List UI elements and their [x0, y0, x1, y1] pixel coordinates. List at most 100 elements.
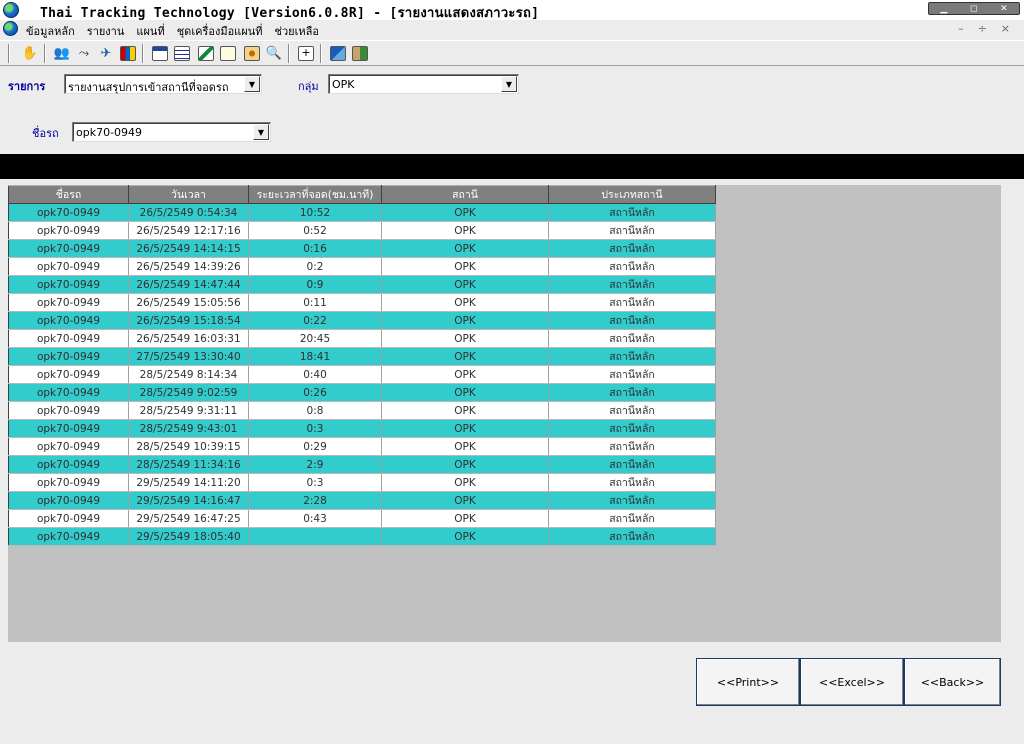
report-select-value: รายงานสรุปการเข้าสถานีที่จอดรถ: [68, 81, 229, 94]
excel-button[interactable]: <<Excel>>: [800, 658, 904, 706]
cell-datetime: 28/5/2549 10:39:15: [128, 437, 249, 456]
table-row[interactable]: opk70-0949 28/5/2549 8:14:34 0:40 OPK สถานีห…: [8, 365, 716, 384]
table-row[interactable]: opk70-0949 28/5/2549 9:31:11 0:8 OPK สถานีหล…: [8, 401, 716, 420]
users-icon[interactable]: 👥: [52, 44, 72, 63]
table-row[interactable]: opk70-0949 29/5/2549 18:05:40 OPK สถานีหลัก: [8, 527, 716, 546]
menu-report[interactable]: รายงาน: [87, 22, 125, 40]
cell-station-type: สถานีหลัก: [548, 347, 716, 366]
cell-datetime: 28/5/2549 8:14:34: [128, 365, 249, 384]
cell-station-type: สถานีหลัก: [548, 275, 716, 294]
cell-station: OPK: [381, 455, 549, 474]
cell-station-type: สถานีหลัก: [548, 437, 716, 456]
maximize-icon[interactable]: ◻: [970, 4, 977, 14]
cell-station: OPK: [381, 383, 549, 402]
table-row[interactable]: opk70-0949 26/5/2549 14:39:26 0:2 OPK สถานีห…: [8, 257, 716, 276]
menu-map-tools[interactable]: ชุดเครื่องมือแผนที่: [177, 22, 263, 40]
cell-vehicle: opk70-0949: [8, 527, 129, 546]
table-row[interactable]: opk70-0949 29/5/2549 14:16:47 2:28 OPK สถานี…: [8, 491, 716, 510]
cell-station: OPK: [381, 329, 549, 348]
route-icon[interactable]: ⤳: [74, 44, 94, 63]
cell-station: OPK: [381, 527, 549, 546]
table-row[interactable]: opk70-0949 28/5/2549 9:43:01 0:3 OPK สถานีหล…: [8, 419, 716, 438]
cell-datetime: 28/5/2549 9:02:59: [128, 383, 249, 402]
export-icon[interactable]: [328, 44, 348, 63]
cell-datetime: 26/5/2549 12:17:16: [128, 221, 249, 240]
list-icon[interactable]: [172, 44, 192, 63]
cell-duration: 0:8: [248, 401, 382, 420]
group-select[interactable]: OPK ▼: [328, 74, 519, 94]
cell-station-type: สถานีหลัก: [548, 473, 716, 492]
toolbar-separator: [288, 44, 290, 63]
cell-vehicle: opk70-0949: [8, 401, 129, 420]
cell-station-type: สถานีหลัก: [548, 455, 716, 474]
cell-vehicle: opk70-0949: [8, 221, 129, 240]
cell-datetime: 27/5/2549 13:30:40: [128, 347, 249, 366]
mdi-close-icon[interactable]: ×: [1001, 22, 1010, 35]
cell-station: OPK: [381, 311, 549, 330]
report-select[interactable]: รายงานสรุปการเข้าสถานีที่จอดรถ ▼: [64, 74, 262, 94]
satellite-icon[interactable]: ✈: [96, 44, 116, 63]
table-row[interactable]: opk70-0949 28/5/2549 10:39:15 0:29 OPK สถานี…: [8, 437, 716, 456]
document-icon[interactable]: [218, 44, 238, 63]
table-row[interactable]: opk70-0949 26/5/2549 0:54:34 10:52 OPK สถานี…: [8, 203, 716, 222]
cell-vehicle: opk70-0949: [8, 365, 129, 384]
menu-master-data[interactable]: ข้อมูลหลัก: [26, 22, 75, 40]
cell-vehicle: opk70-0949: [8, 419, 129, 438]
column-header-station-type[interactable]: ประเภทสถานี: [548, 185, 716, 204]
cell-duration: 0:3: [248, 419, 382, 438]
vehicle-select[interactable]: opk70-0949 ▼: [72, 122, 271, 142]
cell-duration: 20:45: [248, 329, 382, 348]
cell-duration: 0:3: [248, 473, 382, 492]
cell-vehicle: opk70-0949: [8, 239, 129, 258]
cell-datetime: 29/5/2549 14:11:20: [128, 473, 249, 492]
hand-icon[interactable]: ✋: [20, 44, 40, 63]
back-button[interactable]: <<Back>>: [904, 658, 1001, 706]
cell-datetime: 28/5/2549 9:43:01: [128, 419, 249, 438]
chart-icon[interactable]: [196, 44, 216, 63]
table-row[interactable]: opk70-0949 29/5/2549 16:47:25 0:43 OPK สถานี…: [8, 509, 716, 528]
cell-station-type: สถานีหลัก: [548, 329, 716, 348]
zoom-icon[interactable]: +: [296, 44, 316, 63]
table-row[interactable]: opk70-0949 26/5/2549 12:17:16 0:52 OPK สถานี…: [8, 221, 716, 240]
camera-icon[interactable]: [242, 44, 262, 63]
table-row[interactable]: opk70-0949 28/5/2549 9:02:59 0:26 OPK สถานีห…: [8, 383, 716, 402]
report-icon[interactable]: [150, 44, 170, 63]
table-row[interactable]: opk70-0949 26/5/2549 15:05:56 0:11 OPK สถานี…: [8, 293, 716, 312]
minimize-icon[interactable]: ▁: [940, 4, 947, 14]
find-icon[interactable]: 🔍: [264, 44, 284, 63]
table-row[interactable]: opk70-0949 29/5/2549 14:11:20 0:3 OPK สถานีห…: [8, 473, 716, 492]
column-header-duration[interactable]: ระยะเวลาที่จอด(ชม.นาที): [248, 185, 382, 204]
app-globe-icon: [3, 2, 19, 18]
menu-help[interactable]: ช่วยเหลือ: [274, 22, 318, 40]
print-button[interactable]: <<Print>>: [696, 658, 800, 706]
cell-station: OPK: [381, 293, 549, 312]
table-row[interactable]: opk70-0949 28/5/2549 11:34:16 2:9 OPK สถานีห…: [8, 455, 716, 474]
table-row[interactable]: opk70-0949 26/5/2549 15:18:54 0:22 OPK สถานี…: [8, 311, 716, 330]
report-table: ชื่อรถ วันเวลา ระยะเวลาที่จอด(ชม.นาที) ส…: [8, 185, 716, 546]
cell-vehicle: opk70-0949: [8, 509, 129, 528]
chevron-down-icon[interactable]: ▼: [501, 76, 517, 92]
cell-station: OPK: [381, 491, 549, 510]
chevron-down-icon[interactable]: ▼: [253, 124, 269, 140]
cell-vehicle: opk70-0949: [8, 329, 129, 348]
close-icon[interactable]: ✕: [1000, 4, 1008, 14]
exit-icon[interactable]: [350, 44, 370, 63]
table-body: opk70-0949 26/5/2549 0:54:34 10:52 OPK สถานี…: [8, 203, 716, 546]
cell-station-type: สถานีหลัก: [548, 203, 716, 222]
table-row[interactable]: opk70-0949 26/5/2549 14:14:15 0:16 OPK สถานี…: [8, 239, 716, 258]
cell-station-type: สถานีหลัก: [548, 509, 716, 528]
table-row[interactable]: opk70-0949 26/5/2549 14:47:44 0:9 OPK สถานีห…: [8, 275, 716, 294]
books-icon[interactable]: [118, 44, 138, 63]
column-header-datetime[interactable]: วันเวลา: [128, 185, 249, 204]
toolbar: ✋ 👥 ⤳ ✈ 🔍 +: [0, 40, 1024, 66]
chevron-down-icon[interactable]: ▼: [244, 76, 260, 92]
mdi-minimize-icon[interactable]: –: [958, 22, 964, 35]
table-row[interactable]: opk70-0949 26/5/2549 16:03:31 20:45 OPK สถาน…: [8, 329, 716, 348]
mdi-restore-icon[interactable]: ÷: [978, 22, 987, 35]
column-header-station[interactable]: สถานี: [381, 185, 549, 204]
table-row[interactable]: opk70-0949 27/5/2549 13:30:40 18:41 OPK สถาน…: [8, 347, 716, 366]
cell-datetime: 26/5/2549 15:05:56: [128, 293, 249, 312]
report-grid-area[interactable]: ชื่อรถ วันเวลา ระยะเวลาที่จอด(ชม.นาที) ส…: [8, 185, 1001, 642]
menu-map[interactable]: แผนที่: [136, 22, 164, 40]
column-header-vehicle[interactable]: ชื่อรถ: [8, 185, 129, 204]
